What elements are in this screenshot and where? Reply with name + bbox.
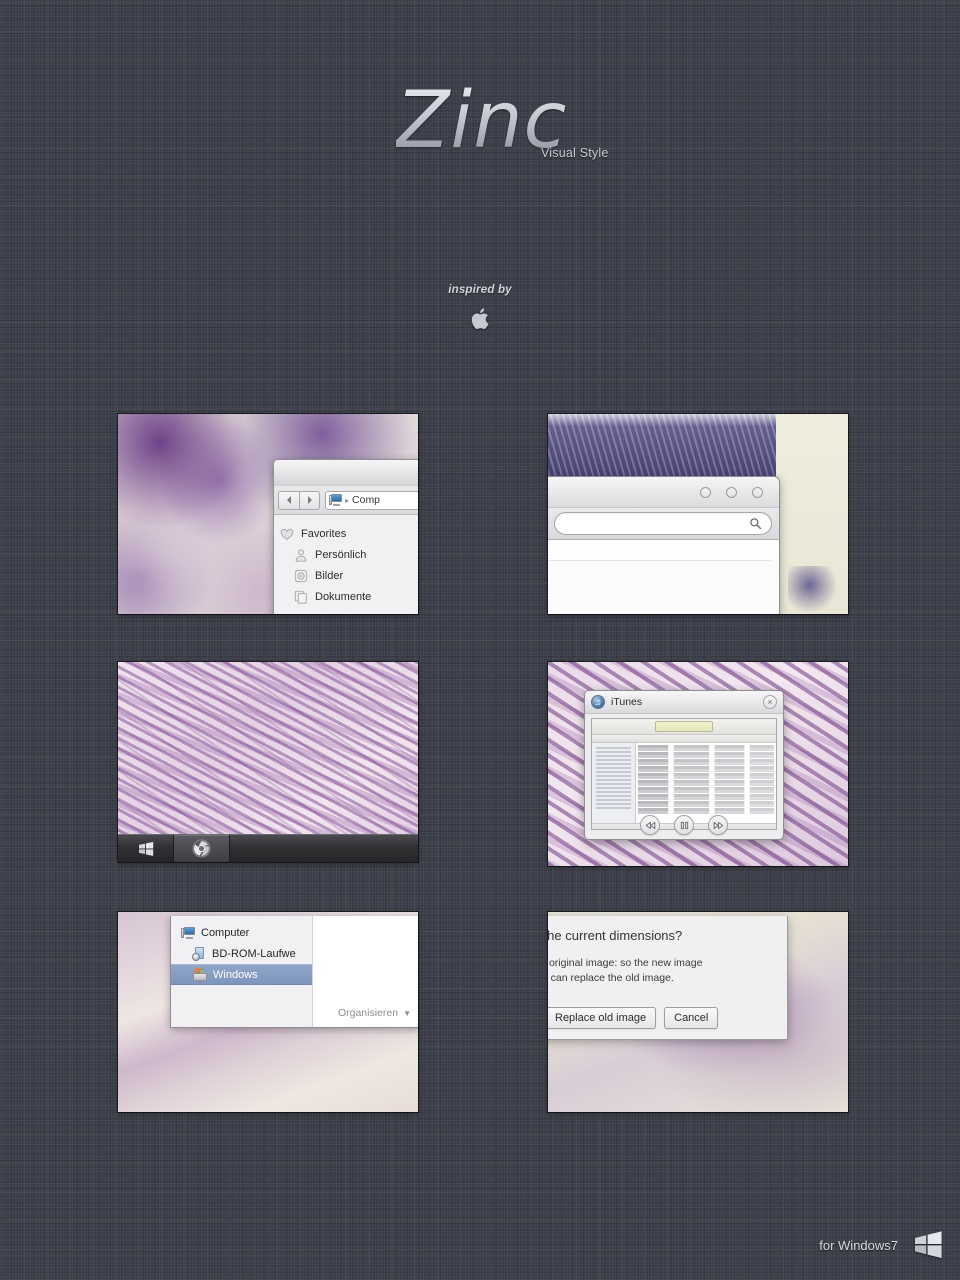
footer-label: for Windows7	[819, 1237, 898, 1253]
dialog-button-row: Replace old image Cancel	[548, 1007, 777, 1029]
close-button[interactable]: ×	[763, 695, 777, 709]
explorer-window-preview[interactable]: ▸ Comp Favorites Persönlich Bilder Dokum…	[118, 414, 418, 614]
maximize-button[interactable]	[726, 487, 737, 498]
computer-icon	[181, 926, 195, 939]
itunes-track-list	[636, 743, 776, 823]
wallpaper	[118, 662, 418, 862]
sidebar-item-pictures[interactable]: Bilder	[280, 565, 418, 586]
forward-arrow-icon	[308, 496, 312, 504]
previous-button[interactable]	[640, 815, 660, 835]
windows7-flag-icon	[915, 1231, 942, 1258]
apple-logo-icon	[471, 308, 489, 330]
tree-item-label: Windows	[213, 968, 258, 981]
window-controls	[700, 487, 763, 498]
inspired-by-block: inspired by	[0, 284, 960, 330]
itunes-screenshot	[591, 718, 777, 830]
person-icon	[295, 548, 307, 562]
browser-tabstrip[interactable]	[548, 477, 779, 508]
itunes-media-controls	[585, 815, 783, 835]
sidebar-item-favorites[interactable]: Favorites	[280, 523, 418, 544]
picture-icon	[294, 569, 308, 582]
search-input[interactable]	[554, 512, 772, 535]
replace-old-image-button[interactable]: Replace old image	[548, 1007, 657, 1029]
window-title: iTunes	[611, 696, 643, 708]
optical-disc-icon	[192, 947, 206, 961]
minimize-button[interactable]	[700, 487, 711, 498]
close-button[interactable]	[752, 487, 763, 498]
tree-item-computer[interactable]: Computer	[171, 922, 312, 943]
window-titlebar[interactable]	[274, 460, 418, 486]
itunes-body	[592, 743, 776, 823]
next-icon	[713, 821, 723, 829]
sidebar-item-personal[interactable]: Persönlich	[280, 544, 418, 565]
resize-dialog[interactable]: ge to the current dimensions? han the or…	[548, 916, 788, 1040]
taskbar-preview[interactable]	[118, 662, 418, 862]
back-arrow-icon	[286, 496, 291, 504]
page-header: Zinc Visual Style	[0, 0, 960, 200]
next-button[interactable]	[708, 815, 728, 835]
content-pane: Organisieren ▼	[313, 916, 418, 1027]
windows-start-icon	[138, 841, 153, 856]
itunes-source-list	[592, 743, 637, 823]
inspired-by-label: inspired by	[448, 284, 512, 296]
browser-window[interactable]	[548, 476, 780, 614]
itunes-icon: ♫	[591, 695, 605, 709]
pause-icon	[680, 821, 688, 829]
organize-button[interactable]: Organisieren ▼	[338, 1007, 411, 1019]
itunes-player-header	[592, 719, 776, 735]
page-subtitle: Visual Style	[541, 146, 609, 160]
itunes-lcd-display	[654, 721, 714, 732]
explorer-body: Favorites Persönlich Bilder Dokumente	[274, 515, 418, 614]
taskbar[interactable]	[118, 834, 418, 862]
search-icon	[750, 518, 762, 530]
explorer-navbar: ▸ Comp	[274, 486, 418, 515]
resize-dialog-preview[interactable]: ge to the current dimensions? han the or…	[548, 912, 848, 1112]
navigation-pane: Computer BD-ROM-Laufwe Windows	[171, 916, 313, 1027]
dialog-question: ge to the current dimensions?	[548, 928, 683, 943]
sidebar-item-label: Dokumente	[315, 590, 372, 603]
breadcrumb[interactable]: Comp	[352, 494, 380, 506]
taskbar-item-chrome[interactable]	[174, 835, 230, 862]
itunes-column-headers	[592, 735, 776, 743]
cancel-button[interactable]: Cancel	[664, 1007, 719, 1029]
tree-item-windows[interactable]: Windows	[171, 964, 312, 985]
nav-buttons	[278, 490, 320, 510]
pause-button[interactable]	[674, 815, 694, 835]
sidebar-item-label: Persönlich	[315, 548, 367, 561]
organize-label: Organisieren	[337, 1007, 399, 1019]
itunes-window[interactable]: ♫ iTunes ×	[584, 690, 784, 840]
explorer-tree-window[interactable]: Computer BD-ROM-Laufwe Windows Organisie…	[170, 916, 418, 1028]
tree-item-bdrom[interactable]: BD-ROM-Laufwe	[171, 943, 312, 964]
page-footer: for Windows7	[819, 1230, 944, 1260]
tree-item-label: BD-ROM-Laufwe	[212, 947, 296, 960]
windows-drive-icon	[193, 968, 207, 981]
sidebar-item-label: Favorites	[301, 527, 347, 540]
dialog-body-line-2: sions or can replace the old image.	[548, 972, 674, 985]
page-divider	[548, 560, 771, 561]
sidebar-item-label: Bilder	[315, 569, 344, 582]
taskbar-empty-area[interactable]	[230, 835, 418, 862]
sidebar-item-documents[interactable]: Dokumente	[280, 586, 418, 607]
explorer-window[interactable]: ▸ Comp Favorites Persönlich Bilder Dokum…	[273, 459, 418, 614]
dialog-body-line-1: han the original image: so the new image	[548, 957, 703, 969]
previous-icon	[645, 821, 655, 829]
window-titlebar[interactable]: ♫ iTunes ×	[585, 691, 783, 714]
breadcrumb-separator: ▸	[345, 495, 350, 505]
address-bar[interactable]: ▸ Comp	[325, 490, 418, 510]
tree-item-label: Computer	[201, 926, 250, 939]
chevron-down-icon: ▼	[403, 1008, 411, 1018]
back-button[interactable]	[278, 490, 299, 510]
browser-window-preview[interactable]	[548, 414, 848, 614]
start-button[interactable]	[118, 835, 174, 862]
explorer-tree-preview[interactable]: Computer BD-ROM-Laufwe Windows Organisie…	[118, 912, 418, 1112]
browser-toolbar	[548, 508, 779, 540]
documents-icon	[294, 590, 307, 604]
computer-icon	[329, 494, 342, 506]
browser-page-content	[548, 560, 779, 614]
forward-button[interactable]	[299, 490, 320, 510]
itunes-window-preview[interactable]: ♫ iTunes ×	[548, 662, 848, 866]
chrome-icon	[192, 839, 211, 858]
heart-icon	[280, 528, 294, 540]
explorer-sidebar: Favorites Persönlich Bilder Dokumente	[274, 515, 418, 614]
